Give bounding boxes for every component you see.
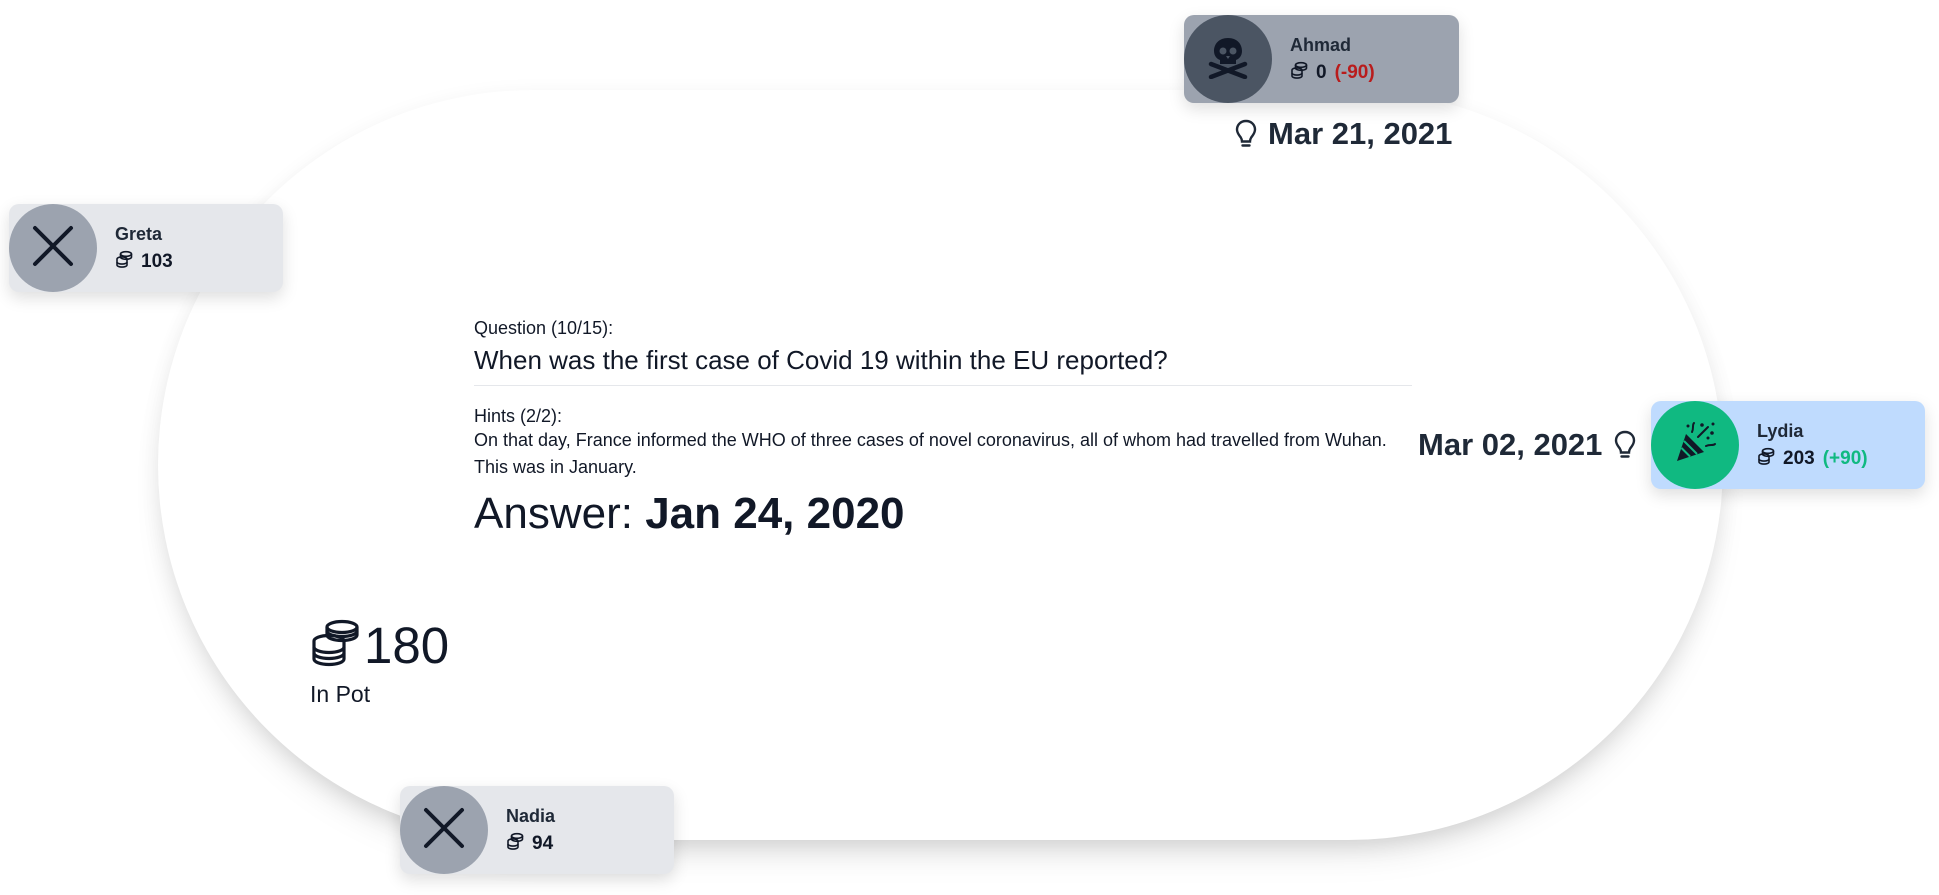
player-card-greta: Greta 103 — [9, 204, 283, 292]
player-coins-row-lydia: 203 (+90) — [1757, 447, 1868, 471]
skull-crossbones-icon — [1206, 35, 1250, 84]
answer: Answer: Jan 24, 2020 — [474, 489, 1412, 539]
question-label: Question (10/15): — [474, 318, 614, 338]
pot-amount: 180 — [364, 617, 450, 674]
answer-value: Jan 24, 2020 — [645, 489, 905, 538]
pot-row: 180 — [310, 616, 449, 675]
player-delta-ahmad: (-90) — [1334, 62, 1375, 83]
player-coins-lydia: 203 — [1783, 448, 1815, 469]
player-coins-ahmad: 0 — [1316, 62, 1327, 83]
close-icon — [31, 224, 75, 273]
close-icon — [422, 806, 466, 855]
coins-icon — [310, 619, 362, 672]
player-coins-row-greta: 103 — [115, 250, 173, 274]
player-coins-row-nadia: 94 — [506, 832, 553, 856]
guess-ahmad: Mar 21, 2021 — [1232, 116, 1452, 152]
hint-item: This was in January. — [474, 457, 637, 477]
player-avatar-greta — [9, 204, 97, 292]
player-coins-nadia: 94 — [532, 833, 554, 854]
player-avatar-ahmad — [1184, 15, 1272, 103]
coins-icon — [115, 250, 141, 274]
player-card-lydia: Lydia 203 (+90) — [1651, 401, 1925, 489]
player-coins-greta: 103 — [141, 251, 173, 272]
player-avatar-nadia — [400, 786, 488, 874]
guess-lydia: Mar 02, 2021 — [1418, 427, 1639, 463]
question-panel: Question (10/15): When was the first cas… — [474, 318, 1412, 539]
coins-icon — [1290, 61, 1316, 85]
player-name-nadia: Nadia — [506, 806, 556, 826]
player-name-greta: Greta — [115, 224, 163, 244]
player-avatar-lydia — [1651, 401, 1739, 489]
player-card-nadia: Nadia 94 — [400, 786, 674, 874]
party-popper-icon — [1672, 420, 1718, 471]
player-delta-lydia: (+90) — [1822, 448, 1868, 469]
player-coins-row-ahmad: 0 (-90) — [1290, 61, 1375, 85]
hints-label: Hints (2/2): — [474, 406, 563, 426]
coins-icon — [506, 832, 532, 856]
guess-date-ahmad: Mar 21, 2021 — [1268, 116, 1453, 151]
hint-item: On that day, France informed the WHO of … — [474, 430, 1387, 450]
pot: 180 In Pot — [310, 616, 449, 708]
coins-icon — [1757, 447, 1783, 471]
answer-prefix: Answer: — [474, 489, 633, 538]
lightbulb-icon — [1611, 429, 1639, 461]
player-card-ahmad: Ahmad 0 (-90) — [1184, 15, 1459, 103]
lightbulb-icon — [1232, 118, 1260, 150]
question-text: When was the first case of Covid 19 with… — [474, 345, 1412, 386]
player-name-ahmad: Ahmad — [1290, 35, 1352, 55]
player-name-lydia: Lydia — [1757, 421, 1804, 441]
pot-label: In Pot — [310, 681, 371, 707]
guess-date-lydia: Mar 02, 2021 — [1418, 427, 1603, 462]
